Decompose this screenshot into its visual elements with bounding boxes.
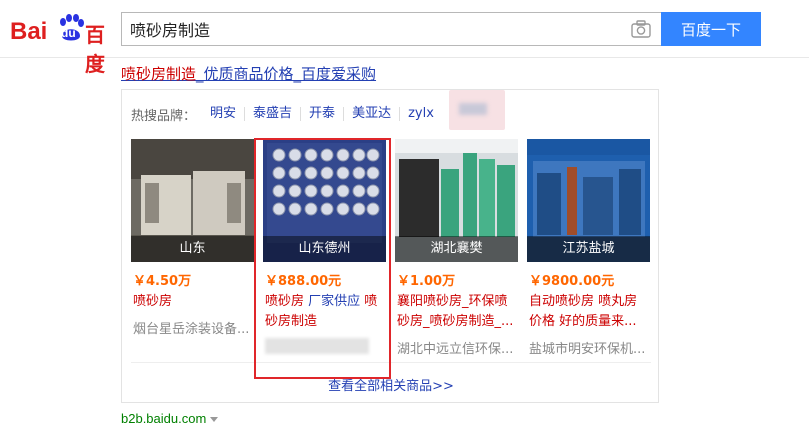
source-site[interactable]: b2b.baidu.com xyxy=(121,411,219,426)
product-price: ￥4.50万 xyxy=(133,274,192,289)
logo-text-du: du xyxy=(61,26,76,40)
product-name[interactable]: 喷砂房 xyxy=(133,292,251,312)
ad-title-rest: _优质商品价格_百度爱采购 xyxy=(196,65,377,83)
product-image[interactable]: 湖北襄樊 xyxy=(395,139,518,262)
logo-text-cn: 百度 xyxy=(85,23,105,76)
logo-text-bai: Bai xyxy=(10,18,48,45)
product-location: 山东 xyxy=(131,236,254,262)
search-button[interactable]: 百度一下 xyxy=(661,12,761,46)
product-card[interactable]: 山东 ￥4.50万 喷砂房 烟台星岳涂装设备... xyxy=(131,139,254,349)
ad-title-keyword: 喷砂房制造 xyxy=(121,65,197,83)
ad-result-title[interactable]: 喷砂房制造_优质商品价格_百度爱采购 xyxy=(121,63,376,84)
blurred-brand-tag[interactable] xyxy=(449,90,505,130)
product-list: 山东 ￥4.50万 喷砂房 烟台星岳涂装设备... 山东德州 ￥888.00元 … xyxy=(131,139,653,357)
header: Bai du 百度 百度一下 xyxy=(0,0,809,76)
product-image[interactable]: 江苏盐城 xyxy=(527,139,650,262)
baidu-logo[interactable]: Bai du 百度 xyxy=(10,12,112,76)
shopping-card: 热搜品牌： 明安 泰盛吉 开泰 美亚达 zylx 山东 ￥4.50万 喷砂房 烟… xyxy=(121,89,659,403)
product-location: 山东德州 xyxy=(263,236,386,262)
brand-link[interactable]: zylx xyxy=(400,107,442,121)
hot-brands-label: 热搜品牌： xyxy=(131,108,197,124)
site-url: b2b.baidu.com xyxy=(121,411,207,426)
product-name[interactable]: 喷砂房 厂家供应 喷砂房制造 xyxy=(265,292,383,332)
product-seller[interactable]: 盐城市明安环保机... xyxy=(529,338,651,357)
product-seller[interactable]: 湖北中远立信环保... xyxy=(397,338,519,357)
product-price: ￥1.00万 xyxy=(397,274,456,289)
product-image[interactable]: 山东德州 xyxy=(263,139,386,262)
brand-link[interactable]: 泰盛吉 xyxy=(245,107,302,121)
camera-icon[interactable] xyxy=(631,20,651,38)
brand-link[interactable]: 开泰 xyxy=(301,107,345,121)
search-input[interactable] xyxy=(130,13,620,45)
hot-brands-bar: 热搜品牌： 明安 泰盛吉 开泰 美亚达 zylx xyxy=(131,105,442,124)
product-image[interactable]: 山东 xyxy=(131,139,254,262)
blurred-seller[interactable] xyxy=(265,338,369,354)
caret-down-icon[interactable] xyxy=(210,417,219,423)
product-location: 江苏盐城 xyxy=(527,236,650,262)
product-seller[interactable]: 烟台星岳涂装设备... xyxy=(133,318,255,337)
brand-link[interactable]: 明安 xyxy=(202,107,246,121)
see-all-products-link[interactable]: 查看全部相关商品>> xyxy=(122,375,660,394)
brand-link[interactable]: 美亚达 xyxy=(344,107,401,121)
product-card[interactable]: 江苏盐城 ￥9800.00元 自动喷砂房 喷丸房价格 好的质量来... 盐城市明… xyxy=(527,139,650,357)
divider xyxy=(131,362,651,363)
product-price: ￥9800.00元 xyxy=(529,274,615,289)
product-card[interactable]: 湖北襄樊 ￥1.00万 襄阳喷砂房_环保喷砂房_喷砂房制造_... 湖北中远立信… xyxy=(395,139,518,357)
product-name[interactable]: 自动喷砂房 喷丸房价格 好的质量来... xyxy=(529,292,647,332)
product-location: 湖北襄樊 xyxy=(395,236,518,262)
product-name[interactable]: 襄阳喷砂房_环保喷砂房_喷砂房制造_... xyxy=(397,292,515,332)
product-price: ￥888.00元 xyxy=(265,274,342,289)
search-box xyxy=(121,12,661,46)
product-card[interactable]: 山东德州 ￥888.00元 喷砂房 厂家供应 喷砂房制造 xyxy=(263,139,386,354)
